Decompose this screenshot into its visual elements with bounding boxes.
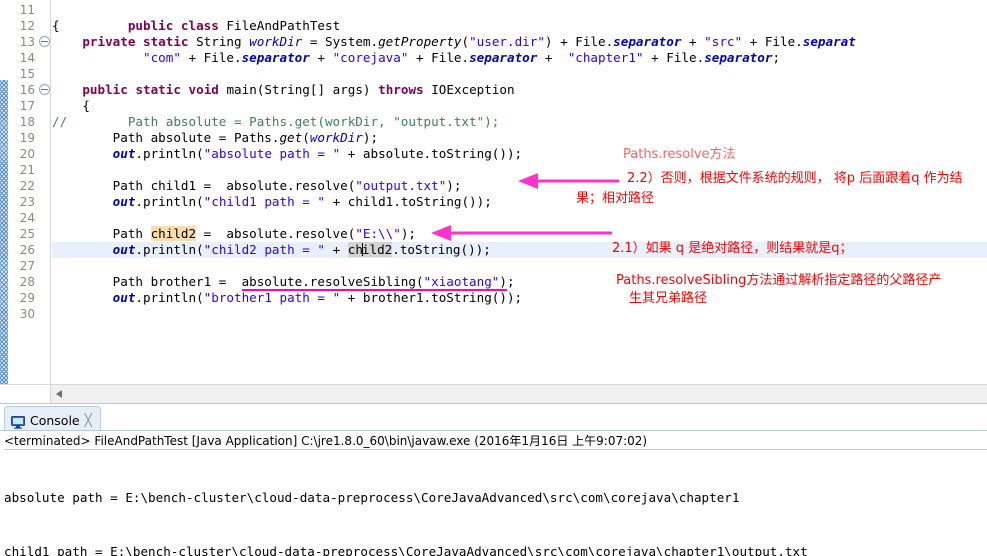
method-occurrence-marker <box>0 80 8 384</box>
tab-console[interactable]: Console ╳ <box>4 406 101 430</box>
console-output[interactable]: absolute path = E:\bench-cluster\cloud-d… <box>4 453 987 556</box>
annotation-note-22-line2: 果；相对路径 <box>576 191 655 206</box>
code-line-26[interactable]: out.println("child2 path = " + child2.to… <box>52 242 491 258</box>
close-icon[interactable]: ╳ <box>85 414 92 426</box>
annotation-note-21: 2.1）如果 q 是绝对路径，则结果就是q； <box>612 241 853 256</box>
write-occurrence-child2: child2 <box>150 226 197 241</box>
read-occurrence-child2: child2 <box>347 242 393 257</box>
line-number: 13 <box>19 35 35 49</box>
line-number: 25 <box>19 227 35 241</box>
code-line-28[interactable]: Path brother1 = absolute.resolveSibling(… <box>52 274 515 291</box>
code-line-22[interactable]: Path child1 = absolute.resolve("output.t… <box>52 178 462 194</box>
code-line-25[interactable]: Path child2 = absolute.resolve("E:\\"); <box>52 226 416 242</box>
console-status-line: <terminated> FileAndPathTest [Java Appli… <box>4 432 987 450</box>
line-number: 26 <box>19 243 35 257</box>
line-number: 19 <box>19 131 35 145</box>
code-line-27[interactable] <box>52 258 60 274</box>
code-line-30[interactable] <box>52 306 60 322</box>
line-number: 20 <box>19 147 35 161</box>
fold-collapse-icon[interactable] <box>39 36 50 47</box>
console-tab-underline <box>0 430 987 431</box>
line-number: 30 <box>19 307 35 321</box>
code-line-19[interactable]: Path absolute = Paths.get(workDir); <box>52 130 378 146</box>
line-number: 11 <box>19 3 35 17</box>
code-line-12[interactable]: { <box>52 18 60 34</box>
line-number: 15 <box>19 67 35 81</box>
code-canvas[interactable]: public class FileAndPathTest { private s… <box>52 0 987 384</box>
code-line-20[interactable]: out.println("absolute path = " + absolut… <box>52 146 522 162</box>
annotation-arrow-resolve-relative <box>518 173 619 189</box>
scroll-left-arrow-icon[interactable] <box>56 390 62 398</box>
editor-horizontal-scrollbar[interactable] <box>0 384 987 404</box>
line-number: 14 <box>19 51 35 65</box>
line-number-ruler: 11 12 13 14 15 16 17 18 19 20 21 22 23 2… <box>8 0 38 384</box>
line-number: 27 <box>19 259 35 273</box>
line-number: 22 <box>19 179 35 193</box>
console-output-line: absolute path = E:\bench-cluster\cloud-d… <box>4 490 740 505</box>
annotation-note-28-line1: Paths.resolveSibling方法通过解析指定路径的父路径产 <box>616 273 942 288</box>
line-number: 24 <box>19 211 35 225</box>
java-editor[interactable]: 11 12 13 14 15 16 17 18 19 20 21 22 23 2… <box>0 0 987 404</box>
console-monitor-icon <box>11 414 25 429</box>
annotation-note-22-line1: 2.2）否则，根据文件系统的规则， 将p 后面跟着q 作为结 <box>627 171 963 186</box>
code-line-24[interactable] <box>52 210 60 226</box>
code-line-23[interactable]: out.println("child1 path = " + child1.to… <box>52 194 492 210</box>
fold-collapse-icon[interactable] <box>39 84 50 95</box>
code-line-29[interactable]: out.println("brother1 path = " + brother… <box>52 290 522 306</box>
code-line-15[interactable] <box>52 66 60 82</box>
annotation-note-28-line2: 生其兄弟路径 <box>629 291 708 306</box>
line-number: 16 <box>19 83 35 97</box>
line-number: 28 <box>19 275 35 289</box>
line-number: 12 <box>19 19 35 33</box>
code-line-11[interactable]: public class FileAndPathTest <box>52 2 340 34</box>
marker-underline-resolve-sibling: absolute.resolveSibling("xiaotang") <box>241 274 507 291</box>
console-view[interactable]: Console ╳ <terminated> FileAndPathTest [… <box>0 404 987 556</box>
console-output-line: child1 path = E:\bench-cluster\cloud-dat… <box>4 544 808 556</box>
folding-ruler[interactable] <box>38 0 51 384</box>
scrollbar-track[interactable] <box>52 385 987 404</box>
code-line-21[interactable] <box>52 162 60 178</box>
annotation-arrow-resolve-absolute <box>431 225 612 241</box>
eclipse-window: 11 12 13 14 15 16 17 18 19 20 21 22 23 2… <box>0 0 987 556</box>
line-number: 17 <box>19 99 35 113</box>
line-number: 29 <box>19 291 35 305</box>
line-number: 18 <box>19 115 35 129</box>
line-number: 23 <box>19 195 35 209</box>
code-line-13[interactable]: private static String workDir = System.g… <box>52 34 856 50</box>
code-line-17[interactable]: { <box>52 98 90 114</box>
text-caret <box>361 243 363 256</box>
tab-console-label: Console <box>30 412 80 428</box>
annotation-note-resolve-title: Paths.resolve方法 <box>623 147 736 162</box>
ruler-corner <box>0 385 51 404</box>
editor-viewport[interactable]: 11 12 13 14 15 16 17 18 19 20 21 22 23 2… <box>0 0 987 384</box>
console-tab-bar[interactable]: Console ╳ <box>0 404 987 430</box>
code-line-14[interactable]: "com" + File.separator + "corejava" + Fi… <box>52 50 780 66</box>
line-number: 21 <box>19 163 35 177</box>
code-line-18[interactable]: // Path absolute = Paths.get(workDir, "o… <box>52 114 499 130</box>
code-line-16[interactable]: public static void main(String[] args) t… <box>52 82 514 98</box>
annotation-ruler[interactable] <box>0 0 8 384</box>
